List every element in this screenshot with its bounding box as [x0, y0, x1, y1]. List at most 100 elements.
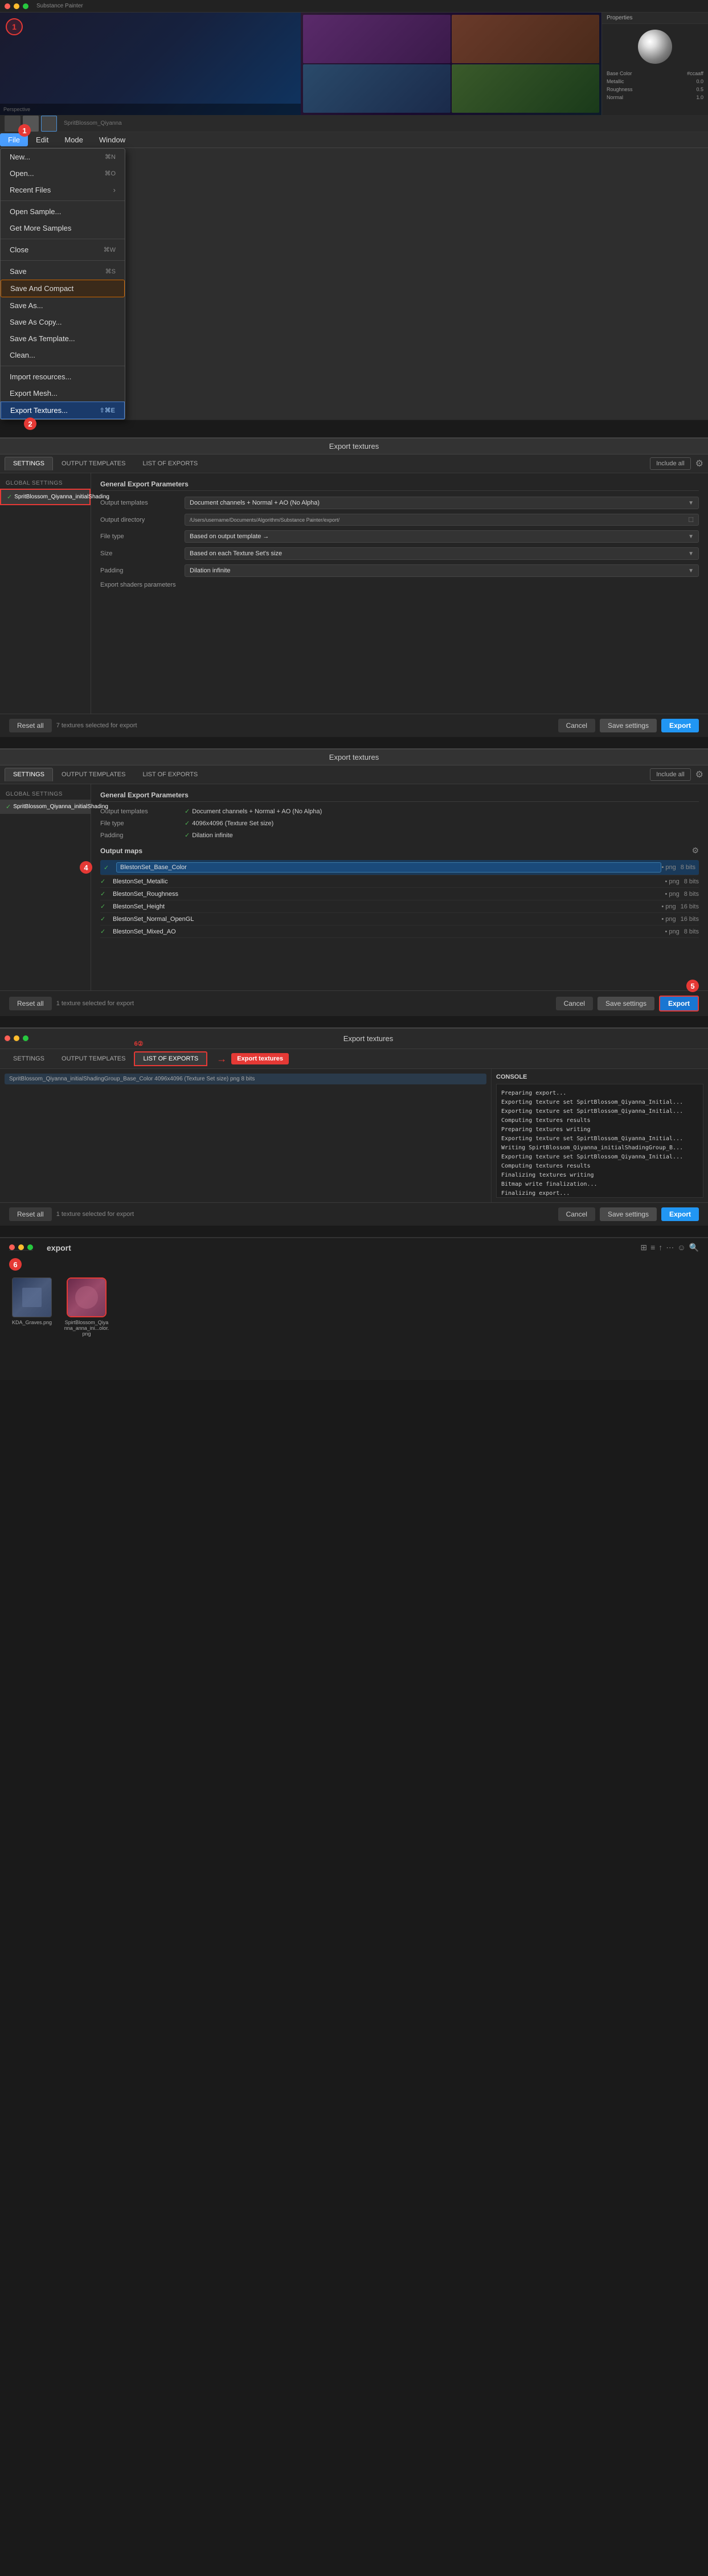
file-browser-header: export ⊞ ≡ ↑ ⋯ ☺ 🔍 [9, 1243, 699, 1252]
close-3[interactable] [5, 1035, 10, 1041]
tab-list-exports-1[interactable]: LIST OF EXPORTS [134, 457, 206, 470]
list-export-item[interactable]: SpritBlossom_Qiyanna_initialShadingGroup… [5, 1074, 486, 1084]
menu-bar: File Edit Mode Window [0, 132, 708, 148]
3d-viewport-left[interactable]: 1 Perspective [0, 13, 301, 115]
include-all-btn-2[interactable]: Include all [650, 768, 691, 781]
menu-new[interactable]: New... ⌘N [1, 149, 125, 165]
textures-writing-wrapper: textures writing Exporting texture set S… [501, 1153, 698, 1162]
console-line-4: Preparing textures writing [501, 1125, 698, 1135]
export-btn-1[interactable]: Export [661, 719, 699, 732]
thumb-3[interactable] [41, 116, 57, 132]
export-body-2: Global settings ✓ SpritBlossom_Qiyanna_i… [0, 784, 708, 990]
menu-save-as[interactable]: Save As... [1, 297, 125, 314]
grid-view-icon[interactable]: ⊞ [640, 1243, 647, 1252]
menu-mode[interactable]: Mode [56, 133, 91, 146]
include-all-btn-1[interactable]: Include all [650, 457, 691, 470]
menu-save-as-copy[interactable]: Save As Copy... [1, 314, 125, 330]
file-item-0[interactable]: KDA_Graves.png [9, 1277, 55, 1337]
tab-output-templates-1[interactable]: OUTPUT TEMPLATES [53, 457, 134, 470]
export-action-btn-3[interactable]: Export textures [231, 1053, 289, 1064]
step2-badge: 2 [24, 417, 36, 430]
output-template-dropdown-1[interactable]: Document channels + Normal + AO (No Alph… [185, 497, 699, 509]
mesh-label: SpritBlossom_Qiyanna [64, 120, 122, 126]
reset-all-btn-3[interactable]: Reset all [9, 1207, 52, 1221]
close-window-button[interactable] [5, 3, 10, 9]
save-settings-btn-1[interactable]: Save settings [600, 719, 657, 732]
menu-clean[interactable]: Clean... [1, 347, 125, 363]
sidebar-mesh-preset-2[interactable]: ✓ SpritBlossom_Qiyanna_initialShading [0, 800, 91, 814]
min-3[interactable] [14, 1035, 19, 1041]
menu-export-textures[interactable]: Export Textures... ⇧⌘E [1, 402, 125, 419]
action-icon[interactable]: ⋯ [666, 1243, 674, 1252]
toolbar-thumbs [5, 116, 57, 132]
max-fb[interactable] [27, 1244, 33, 1250]
export-btn-3[interactable]: Export [661, 1207, 699, 1221]
tab-output-templates-2[interactable]: OUTPUT TEMPLATES [53, 768, 134, 781]
menu-open[interactable]: Open... ⌘O [1, 165, 125, 182]
list-view-icon[interactable]: ≡ [650, 1243, 655, 1252]
menu-import-resources[interactable]: Import resources... [1, 368, 125, 385]
menu-export-mesh[interactable]: Export Mesh... [1, 385, 125, 402]
search-icon[interactable]: 🔍 [689, 1243, 699, 1252]
output-map-row-2[interactable]: ✓ BlestonSet_Roughness • png 8 bits [100, 888, 699, 900]
tab-settings-1[interactable]: SETTINGS [5, 457, 53, 470]
maximize-window-button[interactable] [23, 3, 28, 9]
output-map-row-4[interactable]: ✓ BlestonSet_Normal_OpenGL • png 16 bits [100, 913, 699, 925]
window-topbar: Substance Painter [0, 0, 708, 13]
tab-output-templates-3[interactable]: OUTPUT TEMPLATES [53, 1052, 134, 1066]
menu-window[interactable]: Window [91, 133, 133, 146]
menu-get-samples[interactable]: Get More Samples [1, 220, 125, 236]
tab-list-exports-3[interactable]: LIST OF EXPORTS [134, 1051, 207, 1066]
padding-value-2: ✓ Dilation infinite [185, 832, 699, 839]
export-bottom-2: Reset all 1 texture selected for export … [0, 990, 708, 1016]
output-maps-settings-icon[interactable]: ⚙ [691, 846, 699, 855]
menu-close[interactable]: Close ⌘W [1, 241, 125, 258]
share-icon[interactable]: ↑ [658, 1243, 662, 1252]
menu-open-sample[interactable]: Open Sample... [1, 203, 125, 220]
console-line-9: Finalizing textures writing [501, 1171, 698, 1180]
tab-settings-3[interactable]: SETTINGS [5, 1052, 53, 1066]
export-panel-2: Export textures SETTINGS OUTPUT TEMPLATE… [0, 748, 708, 1016]
padding-dropdown-1[interactable]: Dilation infinite ▼ [185, 564, 699, 577]
menu-edit[interactable]: Edit [28, 133, 56, 146]
file-label-1: SpirtBlossom_Qiyanna_anna_ini...olor.png [64, 1320, 109, 1337]
reset-all-btn-1[interactable]: Reset all [9, 719, 52, 732]
sidebar-mesh-preset-1[interactable]: ✓ SpritBlossom_Qiyanna_initialShading [0, 489, 91, 505]
save-settings-btn-3[interactable]: Save settings [600, 1207, 657, 1221]
spacer-3 [0, 1016, 708, 1027]
output-map-row-5[interactable]: ✓ BlestonSet_Mixed_AO • png 8 bits [100, 925, 699, 938]
tab-list-exports-2[interactable]: LIST OF EXPORTS [134, 768, 206, 781]
menu-save-as-template[interactable]: Save As Template... [1, 330, 125, 347]
min-fb[interactable] [18, 1244, 24, 1250]
file-type-dropdown-1[interactable]: Based on output template → ▼ [185, 530, 699, 543]
export-btn-2[interactable]: Export [659, 996, 699, 1011]
step62-badge: 6② [134, 1040, 143, 1047]
minimize-window-button[interactable] [14, 3, 19, 9]
menu-save[interactable]: Save ⌘S [1, 263, 125, 280]
close-fb[interactable] [9, 1244, 15, 1250]
output-map-row-3[interactable]: ✓ BlestonSet_Height • png 16 bits [100, 900, 699, 913]
output-directory-input-1[interactable]: /Users/username/Documents/Algorithm/Subs… [185, 514, 699, 526]
tab-settings-2[interactable]: SETTINGS [5, 768, 53, 781]
menu-recent-files[interactable]: Recent Files › [1, 182, 125, 198]
field-export-shaders-1: Export shaders parameters [100, 581, 699, 588]
output-map-row-1[interactable]: ✓ BlestonSet_Metallic • png 8 bits [100, 875, 699, 888]
file-browser-title: export [47, 1243, 71, 1252]
3d-viewport-right[interactable] [301, 13, 601, 115]
cancel-btn-3[interactable]: Cancel [558, 1207, 595, 1221]
reset-all-btn-2[interactable]: Reset all [9, 997, 52, 1010]
settings-gear-icon[interactable]: ⚙ [695, 458, 703, 469]
file-item-1[interactable]: SpirtBlossom_Qiyanna_anna_ini...olor.png [64, 1277, 109, 1337]
cancel-btn-1[interactable]: Cancel [558, 719, 595, 732]
list-empty-space [5, 1084, 486, 1164]
size-dropdown-1[interactable]: Based on each Texture Set's size ▼ [185, 547, 699, 560]
field-file-type-1: File type Based on output template → ▼ [100, 530, 699, 543]
settings-gear-icon-2[interactable]: ⚙ [695, 769, 703, 780]
props-row-4: Normal1.0 [602, 93, 708, 101]
cancel-btn-2[interactable]: Cancel [556, 997, 593, 1010]
output-map-row-0[interactable]: ✓ BlestonSet_Base_Color • png 8 bits [100, 860, 699, 875]
smiley-icon[interactable]: ☺ [677, 1243, 685, 1252]
menu-save-compact[interactable]: Save And Compact [1, 280, 125, 297]
max-3[interactable] [23, 1035, 28, 1041]
save-settings-btn-2[interactable]: Save settings [597, 997, 654, 1010]
